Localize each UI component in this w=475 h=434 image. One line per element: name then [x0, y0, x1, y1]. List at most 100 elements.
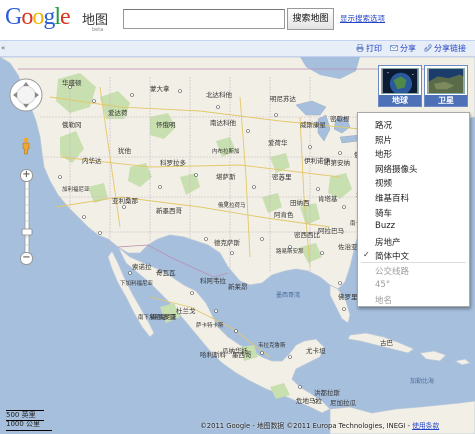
place-label: 科罗拉多	[160, 158, 187, 167]
layer-item: 公交线路	[375, 267, 410, 277]
place-label: 密西西比	[294, 230, 321, 239]
water-label: 墨西哥湾	[276, 291, 300, 299]
scale-metric: 1000 公里	[6, 420, 41, 428]
scale-bar-top	[6, 410, 44, 411]
layer-item[interactable]: 简体中文	[375, 250, 409, 262]
pegman-icon[interactable]	[20, 137, 32, 155]
layer-item[interactable]: 房地产	[375, 236, 401, 248]
zoom-track	[21, 180, 33, 254]
place-label: 田纳西	[290, 198, 310, 207]
layer-separator	[361, 262, 466, 264]
share-link-button[interactable]: 分享链接	[424, 44, 466, 54]
place-label: 韦拉克鲁斯	[258, 341, 286, 349]
satellite-thumbnail-icon	[427, 68, 465, 94]
place-label: 南达科他	[210, 118, 237, 127]
logo-letter: e	[60, 4, 71, 30]
place-label: 俄勒冈	[62, 120, 82, 129]
collapse-panel-icon[interactable]: «	[1, 44, 9, 53]
place-label: 堪萨斯	[216, 172, 236, 181]
map-copyright: ©2011 Google - 地图数据 ©2011 Europa Technol…	[200, 420, 439, 430]
maps-app: Google 地图 beta 搜索地图 显示搜索选项 « 打印 分享 分享链接	[0, 0, 475, 434]
place-label: 杜兰戈	[176, 306, 196, 315]
beta-badge: beta	[92, 27, 104, 33]
place-label: 密苏里	[272, 172, 292, 181]
layer-item: 地名	[375, 296, 393, 307]
place-label: 蒙大拿	[150, 84, 170, 93]
layer-item[interactable]: 维基百科	[375, 192, 409, 204]
layer-item[interactable]: 网络摄像头	[375, 163, 418, 175]
product-name: 地图	[82, 13, 109, 28]
map-type-satellite-label: 卫星	[425, 95, 467, 106]
place-label: 南下加利福尼亚	[138, 313, 177, 321]
map-layers-menu: 路况照片地形网络摄像头视频维基百科骑车 Buzz 房地产 ✓ 简体中文公交线路 45° 地名	[357, 112, 470, 307]
place-label: 洪都拉斯	[314, 388, 341, 397]
google-logo-wordmark: Google	[5, 3, 71, 31]
terms-of-use-link[interactable]: 使用条款	[412, 422, 439, 430]
scale-imperial: 500 英里	[6, 411, 36, 419]
place-label: 新墨西哥	[156, 206, 183, 215]
place-label: 尤卡坦	[306, 346, 326, 355]
place-label: 怀俄明	[156, 120, 176, 129]
hispaniola-landmass	[419, 350, 447, 362]
layer-item[interactable]: 骑车	[375, 207, 392, 219]
layer-item[interactable]: 照片	[375, 134, 392, 146]
zoom-out-button[interactable]: −	[20, 252, 33, 265]
map-canvas[interactable]: 加利福尼亚 内华达 犹他 亚利桑那 新墨西哥 德克萨斯 俄克拉荷马 堪萨斯 内布拉斯加 南达科他 北…	[0, 57, 475, 434]
layer-item: 45°	[375, 279, 391, 290]
printer-icon	[356, 44, 364, 52]
show-search-options-link[interactable]: 显示搜索选项	[340, 13, 385, 24]
place-label: 佐治亚	[338, 242, 358, 251]
place-label: 爱荷华	[268, 138, 288, 147]
map-toolbar: « 打印 分享 分享链接	[0, 40, 475, 57]
map-type-satellite-button[interactable]: 卫星	[424, 65, 468, 107]
florida-landmass	[329, 284, 351, 324]
place-label: 德克萨斯	[214, 238, 241, 247]
layer-item[interactable]: 路况	[375, 119, 392, 131]
place-label: 密歇根	[330, 114, 350, 123]
scale-control: 500 英里 1000 公里	[6, 410, 52, 431]
logo-letter: o	[21, 4, 33, 30]
place-label: 危地马拉	[296, 396, 323, 405]
link-icon	[424, 44, 432, 52]
print-label: 打印	[366, 44, 382, 53]
email-icon	[390, 45, 398, 51]
scale-bar-mid	[6, 420, 44, 421]
place-label: 明尼苏达	[270, 94, 297, 103]
place-label: 瓜纳华托	[222, 346, 249, 355]
place-label: 内华达	[82, 156, 102, 165]
checkmark-icon: ✓	[363, 250, 370, 260]
map-type-earth-button[interactable]: 地球	[378, 65, 422, 107]
place-label: 俄克拉荷马	[218, 201, 246, 209]
layer-item[interactable]: 视频	[375, 177, 392, 189]
pan-control[interactable]	[9, 78, 43, 112]
place-label: 下加利福尼亚	[120, 279, 154, 287]
search-maps-button[interactable]: 搜索地图	[287, 8, 334, 30]
place-label: 尼加拉瓜	[330, 398, 357, 407]
zoom-slider[interactable]: + −	[20, 169, 34, 265]
zoom-in-button[interactable]: +	[20, 169, 33, 182]
place-label: 索诺拉	[132, 262, 152, 271]
place-label: 爱达荷	[108, 108, 128, 117]
share-button[interactable]: 分享	[390, 44, 416, 54]
place-label: 新莱昂	[228, 282, 248, 291]
logo-letter: G	[5, 4, 22, 30]
place-label: 奇瓦瓦	[156, 268, 176, 277]
layer-item[interactable]: 地形	[375, 148, 392, 160]
place-label: 亚利桑那	[112, 196, 139, 205]
search-input[interactable]	[123, 9, 285, 29]
water-label: 加勒比海	[410, 377, 434, 385]
print-button[interactable]: 打印	[356, 44, 382, 54]
copyright-text: ©2011 Google - 地图数据 ©2011 Europa Technol…	[200, 422, 413, 430]
google-logo[interactable]: Google	[5, 3, 71, 33]
place-label: 古巴	[380, 338, 394, 347]
map-type-earth-label: 地球	[379, 95, 421, 106]
place-label: 犹他	[118, 146, 132, 155]
place-label: 加利福尼亚	[62, 185, 90, 193]
place-label: 阿拉巴马	[318, 226, 344, 235]
place-label: 科阿韦拉	[200, 276, 227, 285]
layer-item[interactable]: Buzz	[375, 221, 395, 231]
place-label: 北达科他	[206, 90, 233, 99]
scale-bar-bottom	[6, 430, 52, 431]
share-label: 分享	[400, 44, 416, 53]
share-link-label: 分享链接	[434, 44, 466, 53]
